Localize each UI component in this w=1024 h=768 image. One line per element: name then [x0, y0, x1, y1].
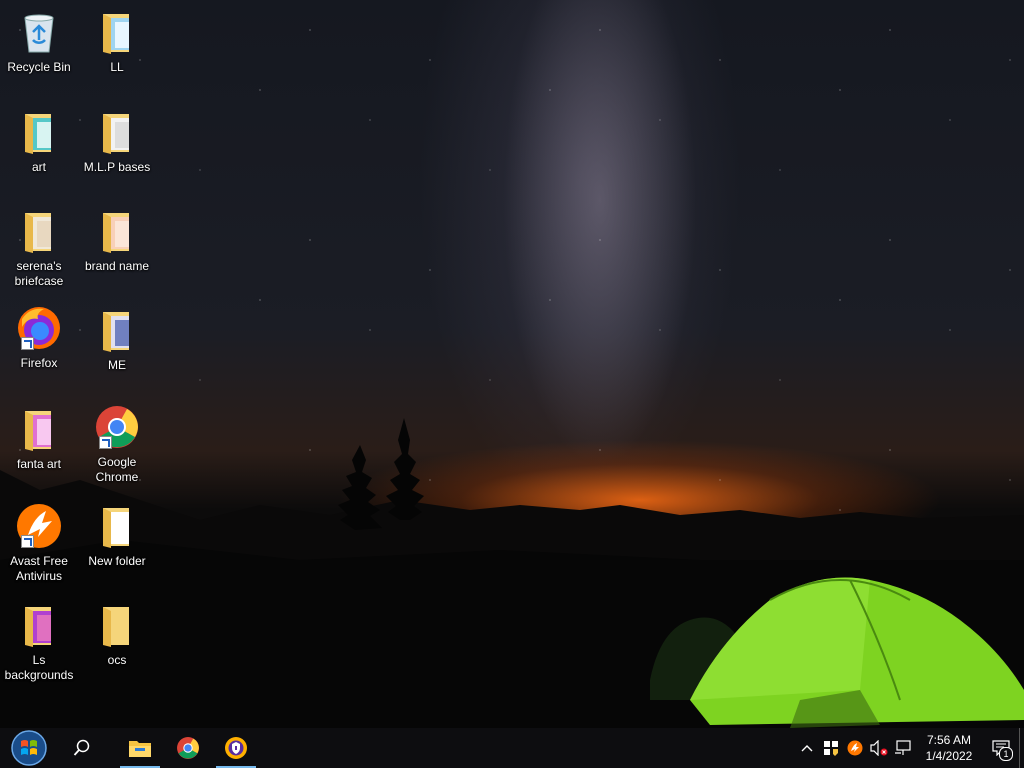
chrome-icon — [93, 403, 141, 451]
recycle-bin-icon — [15, 8, 63, 56]
desktop-icon-ll[interactable]: LL — [78, 8, 156, 75]
clock-date: 1/4/2022 — [925, 749, 973, 763]
tray-avast[interactable] — [843, 728, 867, 768]
clock-time: 7:56 AM — [926, 733, 972, 747]
search-icon — [73, 739, 90, 756]
desktop-icon-brand-name[interactable]: brand name — [78, 207, 156, 274]
show-hidden-icons-button[interactable] — [795, 728, 819, 768]
folder-icon — [15, 207, 63, 255]
desktop-icon-art[interactable]: art — [0, 108, 78, 175]
file-explorer-icon — [129, 741, 151, 757]
folder-icon — [93, 306, 141, 354]
tray-network[interactable] — [891, 728, 915, 768]
taskbar: 7:56 AM 1/4/2022 1 — [0, 728, 1024, 768]
icon-label: ME — [108, 358, 126, 372]
taskbar-google-chrome[interactable] — [164, 728, 212, 768]
tray-security[interactable] — [819, 728, 843, 768]
icon-label: Firefox — [20, 356, 58, 370]
system-tray: 7:56 AM 1/4/2022 1 — [795, 728, 1024, 768]
windows-logo-icon — [11, 730, 47, 766]
folder-icon — [15, 601, 63, 649]
shortcut-arrow-icon — [21, 535, 34, 548]
volume-muted-icon — [870, 740, 888, 756]
notification-count-badge: 1 — [999, 747, 1013, 761]
avast-secure-browser-icon — [225, 737, 247, 759]
desktop-icon-ls-backgrounds[interactable]: Ls backgrounds — [0, 601, 78, 683]
taskbar-clock[interactable]: 7:56 AM 1/4/2022 — [919, 732, 979, 764]
desktop-icon-fanta-art[interactable]: fanta art — [0, 405, 78, 472]
desktop-icon-new-folder[interactable]: New folder — [78, 502, 156, 569]
icon-label: Avast Free Antivirus — [10, 554, 68, 583]
desktop-icon-serenas-briefcase[interactable]: serena's briefcase — [0, 207, 78, 289]
folder-icon — [15, 108, 63, 156]
icon-label: M.L.P bases — [83, 160, 151, 174]
icon-label: LL — [110, 60, 124, 74]
taskbar-file-explorer[interactable] — [116, 728, 164, 768]
folder-icon — [93, 8, 141, 56]
folder-icon — [93, 601, 141, 649]
desktop-icon-ocs[interactable]: ocs — [78, 601, 156, 668]
shortcut-arrow-icon — [99, 436, 112, 449]
folder-icon — [93, 207, 141, 255]
avast-icon — [15, 502, 63, 550]
network-icon — [895, 740, 911, 755]
icon-label: fanta art — [16, 457, 62, 471]
folder-icon — [15, 405, 63, 453]
desktop-icon-firefox[interactable]: Firefox — [0, 304, 78, 371]
desktop-icon-mlp-bases[interactable]: M.L.P bases — [78, 108, 156, 175]
icon-label: serena's briefcase — [14, 259, 64, 288]
icon-label: ocs — [107, 653, 127, 667]
chrome-icon — [177, 737, 199, 759]
desktop-icon-avast-free-antivirus[interactable]: Avast Free Antivirus — [0, 502, 78, 584]
start-button[interactable] — [0, 728, 58, 768]
icon-label: Recycle Bin — [7, 60, 71, 74]
desktop-icon-recycle-bin[interactable]: Recycle Bin — [0, 8, 78, 75]
desktop-icon-me[interactable]: ME — [78, 306, 156, 373]
icon-label: Google Chrome — [95, 455, 139, 484]
icon-label: brand name — [84, 259, 150, 273]
shortcut-arrow-icon — [21, 337, 34, 350]
avast-tray-icon — [847, 740, 863, 756]
icon-label: New folder — [88, 554, 146, 568]
icon-label: Ls backgrounds — [4, 653, 74, 682]
icon-label: art — [31, 160, 46, 174]
taskbar-avast-secure-browser[interactable] — [212, 728, 260, 768]
action-center-button[interactable]: 1 — [983, 728, 1019, 768]
search-button[interactable] — [58, 728, 106, 768]
security-shield-icon — [824, 741, 838, 756]
firefox-icon — [15, 304, 63, 352]
chevron-up-icon — [801, 745, 813, 752]
folder-icon — [93, 502, 141, 550]
desktop-icon-google-chrome[interactable]: Google Chrome — [78, 403, 156, 485]
folder-icon — [93, 108, 141, 156]
tray-volume[interactable] — [867, 728, 891, 768]
show-desktop-button[interactable] — [1019, 728, 1024, 768]
